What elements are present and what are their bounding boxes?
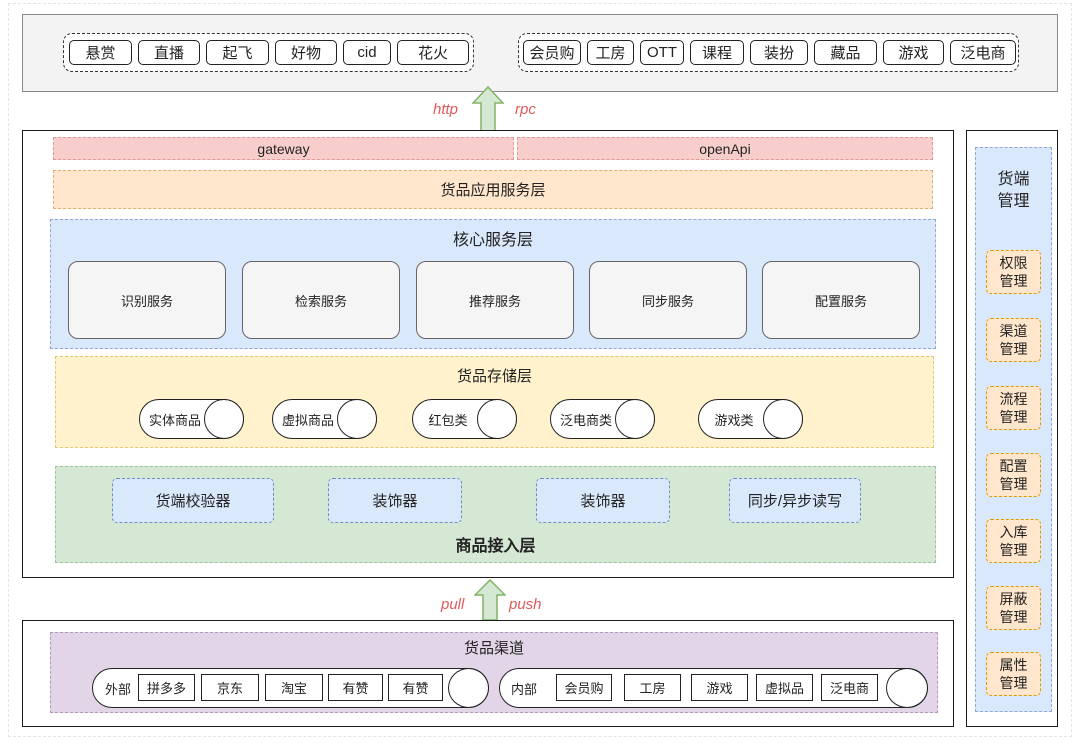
storage-label: 实体商品 [148, 412, 201, 428]
management-item: 屏蔽管理 [986, 586, 1041, 630]
app-tag: 直播 [138, 40, 200, 65]
channel-item: 虚拟品 [756, 674, 813, 701]
management-item-label: 渠道管理 [999, 323, 1028, 357]
cylinder-end-icon [477, 399, 517, 439]
channel-item: 工房 [624, 674, 681, 701]
management-item: 流程管理 [986, 386, 1041, 430]
layer-title: 核心服务层 [452, 232, 533, 249]
service-box: 识别服务 [68, 261, 226, 339]
channel-item: 会员购 [556, 674, 612, 701]
management-item-label: 屏蔽管理 [999, 591, 1028, 625]
storage-label: 红包类 [428, 412, 468, 428]
layer-title: 货品存储层 [456, 368, 532, 385]
core-service-layer: 核心服务层 识别服务 检索服务 推荐服务 同步服务 配置服务 [50, 219, 936, 349]
gateway-bar: gateway [53, 137, 514, 160]
management-item-label: 入库管理 [999, 524, 1028, 558]
protocol-label-http: http [433, 101, 459, 118]
management-item: 入库管理 [986, 519, 1041, 563]
management-item: 渠道管理 [986, 318, 1041, 362]
storage-cylinder: 泛电商类 [550, 399, 655, 439]
cylinder-end-icon [615, 399, 655, 439]
service-box: 同步服务 [589, 261, 747, 339]
up-arrow-icon [472, 86, 504, 132]
main-service-box: gateway openApi 货品应用服务层 核心服务层 识别服务 检索服务 … [22, 130, 954, 578]
client-apps-group-right: 会员购 工房 OTT 课程 装扮 藏品 游戏 泛电商 [518, 33, 1019, 72]
management-item-label: 流程管理 [999, 391, 1028, 425]
app-tag: 起飞 [206, 40, 269, 65]
management-item: 属性管理 [986, 652, 1041, 696]
service-box: 推荐服务 [416, 261, 574, 339]
management-title-text: 货端管理 [997, 171, 1030, 210]
client-apps-group-left: 悬赏 直播 起飞 好物 cid 花火 [63, 33, 474, 72]
app-tag: cid [343, 40, 391, 65]
sync-label-push: push [509, 596, 542, 613]
cylinder-end-icon [886, 668, 928, 708]
app-tag: OTT [640, 40, 684, 65]
storage-cylinder: 虚拟商品 [272, 399, 377, 439]
cylinder-end-icon [448, 668, 489, 708]
access-component: 装饰器 [536, 478, 670, 523]
app-tag: 课程 [690, 40, 744, 65]
access-component: 同步/异步读写 [729, 478, 861, 523]
service-box: 配置服务 [762, 261, 920, 339]
channel-item: 拼多多 [138, 674, 195, 701]
channel-group-label: 内部 [511, 681, 538, 697]
storage-label: 泛电商类 [559, 412, 612, 428]
storage-cylinder: 游戏类 [698, 399, 803, 439]
app-tag: 好物 [275, 40, 337, 65]
access-component: 货端校验器 [112, 478, 274, 523]
external-channel-group: 外部 拼多多 京东 淘宝 有赞 有赞 [92, 668, 489, 708]
cylinder-end-icon [763, 399, 803, 439]
channel-layer: 货品渠道 外部 拼多多 京东 淘宝 有赞 有赞 内部 会员购 工房 游戏 虚拟品… [50, 632, 938, 713]
management-item-label: 配置管理 [999, 458, 1028, 492]
internal-channel-group: 内部 会员购 工房 游戏 虚拟品 泛电商 [499, 668, 928, 708]
management-item: 权限管理 [986, 250, 1041, 294]
app-service-layer: 货品应用服务层 [53, 170, 933, 209]
storage-label: 游戏类 [714, 412, 754, 428]
channel-item: 有赞 [388, 674, 443, 701]
channel-item: 淘宝 [265, 674, 323, 701]
storage-layer: 货品存储层 实体商品 虚拟商品 红包类 泛电商类 游戏类 [55, 356, 934, 448]
sync-label-pull: pull [441, 596, 465, 613]
app-tag: 悬赏 [69, 40, 132, 65]
app-tag: 游戏 [883, 40, 944, 65]
storage-label: 虚拟商品 [281, 412, 334, 428]
storage-cylinder: 红包类 [412, 399, 517, 439]
management-item-label: 属性管理 [999, 657, 1028, 691]
channel-group-label: 外部 [105, 681, 132, 697]
channel-item: 有赞 [328, 674, 383, 701]
app-tag: 装扮 [750, 40, 808, 65]
management-item-label: 权限管理 [999, 255, 1028, 289]
channel-item: 京东 [201, 674, 259, 701]
management-item: 配置管理 [986, 453, 1041, 497]
app-tag: 泛电商 [950, 40, 1016, 65]
open-api-bar: openApi [517, 137, 933, 160]
layer-title: 商品接入层 [455, 538, 536, 555]
app-tag: 工房 [587, 40, 634, 65]
app-tag: 花火 [397, 40, 469, 65]
storage-cylinder: 实体商品 [139, 399, 244, 439]
layer-title: 货品渠道 [463, 640, 524, 657]
up-arrow-icon [474, 579, 506, 621]
cylinder-end-icon [204, 399, 244, 439]
app-tag: 藏品 [814, 40, 877, 65]
app-tag: 会员购 [523, 40, 581, 65]
client-apps-bar: 悬赏 直播 起飞 好物 cid 花火 会员购 工房 OTT 课程 装扮 藏品 游… [22, 14, 1058, 92]
service-box: 检索服务 [242, 261, 400, 339]
channel-box: 货品渠道 外部 拼多多 京东 淘宝 有赞 有赞 内部 会员购 工房 游戏 虚拟品… [22, 620, 954, 727]
access-component: 装饰器 [328, 478, 462, 523]
management-title: 货端管理 [976, 169, 1051, 213]
management-column: 货端管理 权限管理 渠道管理 流程管理 配置管理 入库管理 屏蔽管理 属性管理 [975, 147, 1052, 712]
cylinder-end-icon [337, 399, 377, 439]
channel-item: 泛电商 [821, 674, 878, 701]
channel-item: 游戏 [691, 674, 748, 701]
protocol-label-rpc: rpc [515, 101, 536, 118]
access-layer: 货端校验器 装饰器 装饰器 同步/异步读写 商品接入层 [55, 466, 936, 563]
management-box: 货端管理 权限管理 渠道管理 流程管理 配置管理 入库管理 屏蔽管理 属性管理 [966, 130, 1058, 727]
